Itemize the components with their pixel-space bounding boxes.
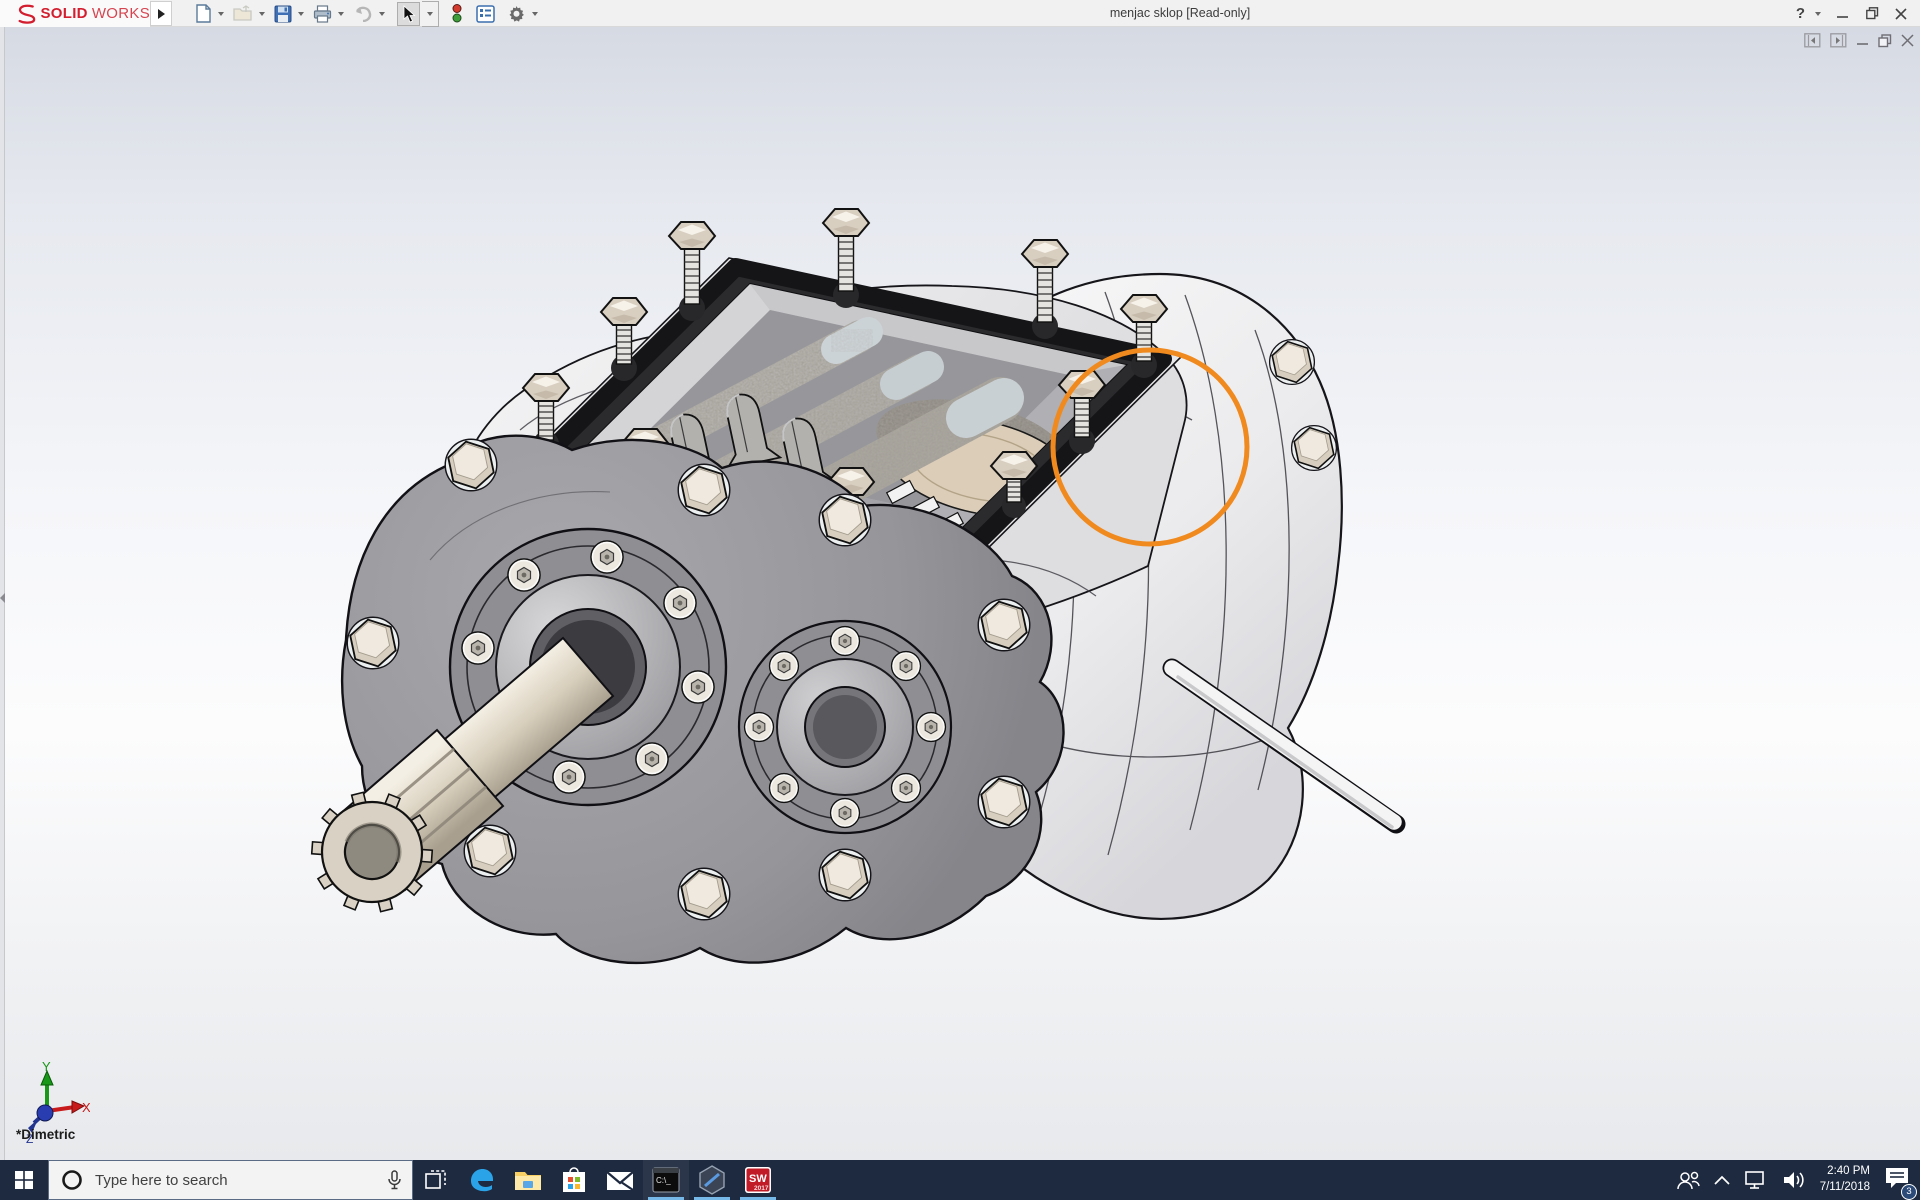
search-placeholder: Type here to search xyxy=(95,1171,228,1189)
help-caret-icon[interactable] xyxy=(1815,11,1821,16)
doc-close-button[interactable] xyxy=(1901,34,1914,47)
new-document-button[interactable] xyxy=(192,2,215,26)
taskbar-task-view-button[interactable] xyxy=(413,1160,459,1200)
edge-icon xyxy=(471,1169,493,1192)
action-center-button[interactable]: 3 xyxy=(1884,1166,1917,1200)
taskbar-command-prompt-button[interactable]: C:\_ xyxy=(643,1160,689,1200)
system-tray: 2:40 PM 7/11/2018 3 xyxy=(1676,1160,1920,1200)
network-icon[interactable] xyxy=(1744,1170,1768,1190)
taskbar-solidworks-2017-button[interactable]: SW 2017 xyxy=(735,1160,781,1200)
taskbar-search-input[interactable]: Type here to search xyxy=(48,1160,413,1200)
options-button[interactable] xyxy=(504,2,529,26)
solidworks-logo-icon xyxy=(18,4,36,24)
undo-button[interactable] xyxy=(350,2,376,26)
cortana-icon xyxy=(62,1170,82,1190)
new-document-icon xyxy=(196,4,211,23)
open-button[interactable] xyxy=(230,2,256,26)
select-caret-icon xyxy=(427,11,433,16)
open-caret-icon[interactable] xyxy=(259,11,265,16)
brand-works-text: WORKS xyxy=(91,5,150,22)
undo-caret-icon[interactable] xyxy=(379,11,385,16)
taskbar-file-explorer-button[interactable] xyxy=(505,1160,551,1200)
doc-restore-button[interactable] xyxy=(1878,33,1892,48)
print-button[interactable] xyxy=(310,2,335,26)
print-icon xyxy=(313,4,332,23)
sw-letters: SW xyxy=(749,1173,767,1185)
solidworks-hexagon-icon xyxy=(699,1165,725,1195)
mail-icon xyxy=(606,1171,634,1191)
save-button[interactable] xyxy=(271,2,295,26)
microphone-icon[interactable] xyxy=(387,1170,402,1190)
menu-expand-button[interactable] xyxy=(150,1,172,26)
tray-date: 7/11/2018 xyxy=(1819,1181,1870,1193)
design-binder-button[interactable] xyxy=(473,2,498,26)
select-caret-button[interactable] xyxy=(422,0,439,27)
command-prompt-icon: C:\_ xyxy=(652,1167,680,1193)
cmd-label: C:\_ xyxy=(656,1176,671,1185)
open-icon xyxy=(233,5,252,21)
pane-right-button[interactable] xyxy=(1830,33,1847,48)
file-explorer-icon xyxy=(515,1172,541,1190)
view-orientation-label: *Dimetric xyxy=(16,1127,76,1142)
help-button[interactable]: ? xyxy=(1794,5,1807,22)
microsoft-store-icon xyxy=(563,1167,585,1192)
save-icon xyxy=(274,5,292,22)
windows-taskbar: Type here to search C:\_ SW 2017 2:40 PM… xyxy=(0,1160,1920,1200)
taskbar-mail-button[interactable] xyxy=(597,1160,643,1200)
tray-clock[interactable]: 2:40 PM 7/11/2018 xyxy=(1820,1164,1870,1195)
close-icon xyxy=(1895,7,1907,20)
tray-chevron-up-icon[interactable] xyxy=(1714,1175,1730,1185)
title-bar: SOLID WORKS menjac sklop [Read-only] ? xyxy=(0,0,1920,27)
taskbar-store-button[interactable] xyxy=(551,1160,597,1200)
tray-time: 2:40 PM xyxy=(1827,1165,1870,1178)
undo-icon xyxy=(356,6,372,22)
window-controls: ? xyxy=(1794,0,1912,27)
minimize-icon xyxy=(1837,15,1848,18)
windows-logo-icon xyxy=(15,1171,33,1189)
expand-arrow-icon xyxy=(157,8,165,19)
save-caret-icon[interactable] xyxy=(298,11,304,16)
design-binder-icon xyxy=(476,4,495,23)
graphics-viewport[interactable]: Y X Z *Dimetric xyxy=(0,27,1920,1160)
restore-icon xyxy=(1865,7,1878,20)
taskbar-edge-button[interactable] xyxy=(459,1160,505,1200)
select-cursor-icon xyxy=(403,4,416,23)
new-caret-icon[interactable] xyxy=(218,11,224,16)
options-caret-icon[interactable] xyxy=(532,11,538,16)
taskbar-solidworks-hexagon-button[interactable] xyxy=(689,1160,735,1200)
options-gear-icon xyxy=(509,6,524,22)
brand-solid-text: SOLID xyxy=(40,5,88,22)
window-title: menjac sklop [Read-only] xyxy=(1109,6,1251,20)
volume-icon[interactable] xyxy=(1782,1170,1806,1190)
select-tool-button[interactable] xyxy=(397,1,420,26)
start-button[interactable] xyxy=(0,1160,48,1200)
sw-year: 2017 xyxy=(754,1185,769,1192)
notification-badge: 3 xyxy=(1901,1183,1917,1200)
people-icon[interactable] xyxy=(1676,1170,1700,1190)
doc-minimize-button[interactable] xyxy=(1856,34,1869,47)
gearbox-3d-model[interactable] xyxy=(0,27,1920,1160)
triad-x-label: X xyxy=(82,1100,90,1115)
stoplight-button[interactable] xyxy=(449,2,465,26)
main-toolbar xyxy=(192,0,542,27)
window-minimize-button[interactable] xyxy=(1832,3,1854,25)
pane-left-button[interactable] xyxy=(1804,33,1821,48)
solidworks-2017-icon: SW 2017 xyxy=(745,1167,771,1193)
document-window-controls xyxy=(1804,33,1914,48)
print-caret-icon[interactable] xyxy=(338,11,344,16)
task-view-icon xyxy=(425,1170,446,1189)
stoplight-icon xyxy=(452,4,462,23)
solidworks-brand: SOLID WORKS xyxy=(0,0,150,27)
window-close-button[interactable] xyxy=(1890,3,1912,25)
window-restore-button[interactable] xyxy=(1861,3,1883,25)
